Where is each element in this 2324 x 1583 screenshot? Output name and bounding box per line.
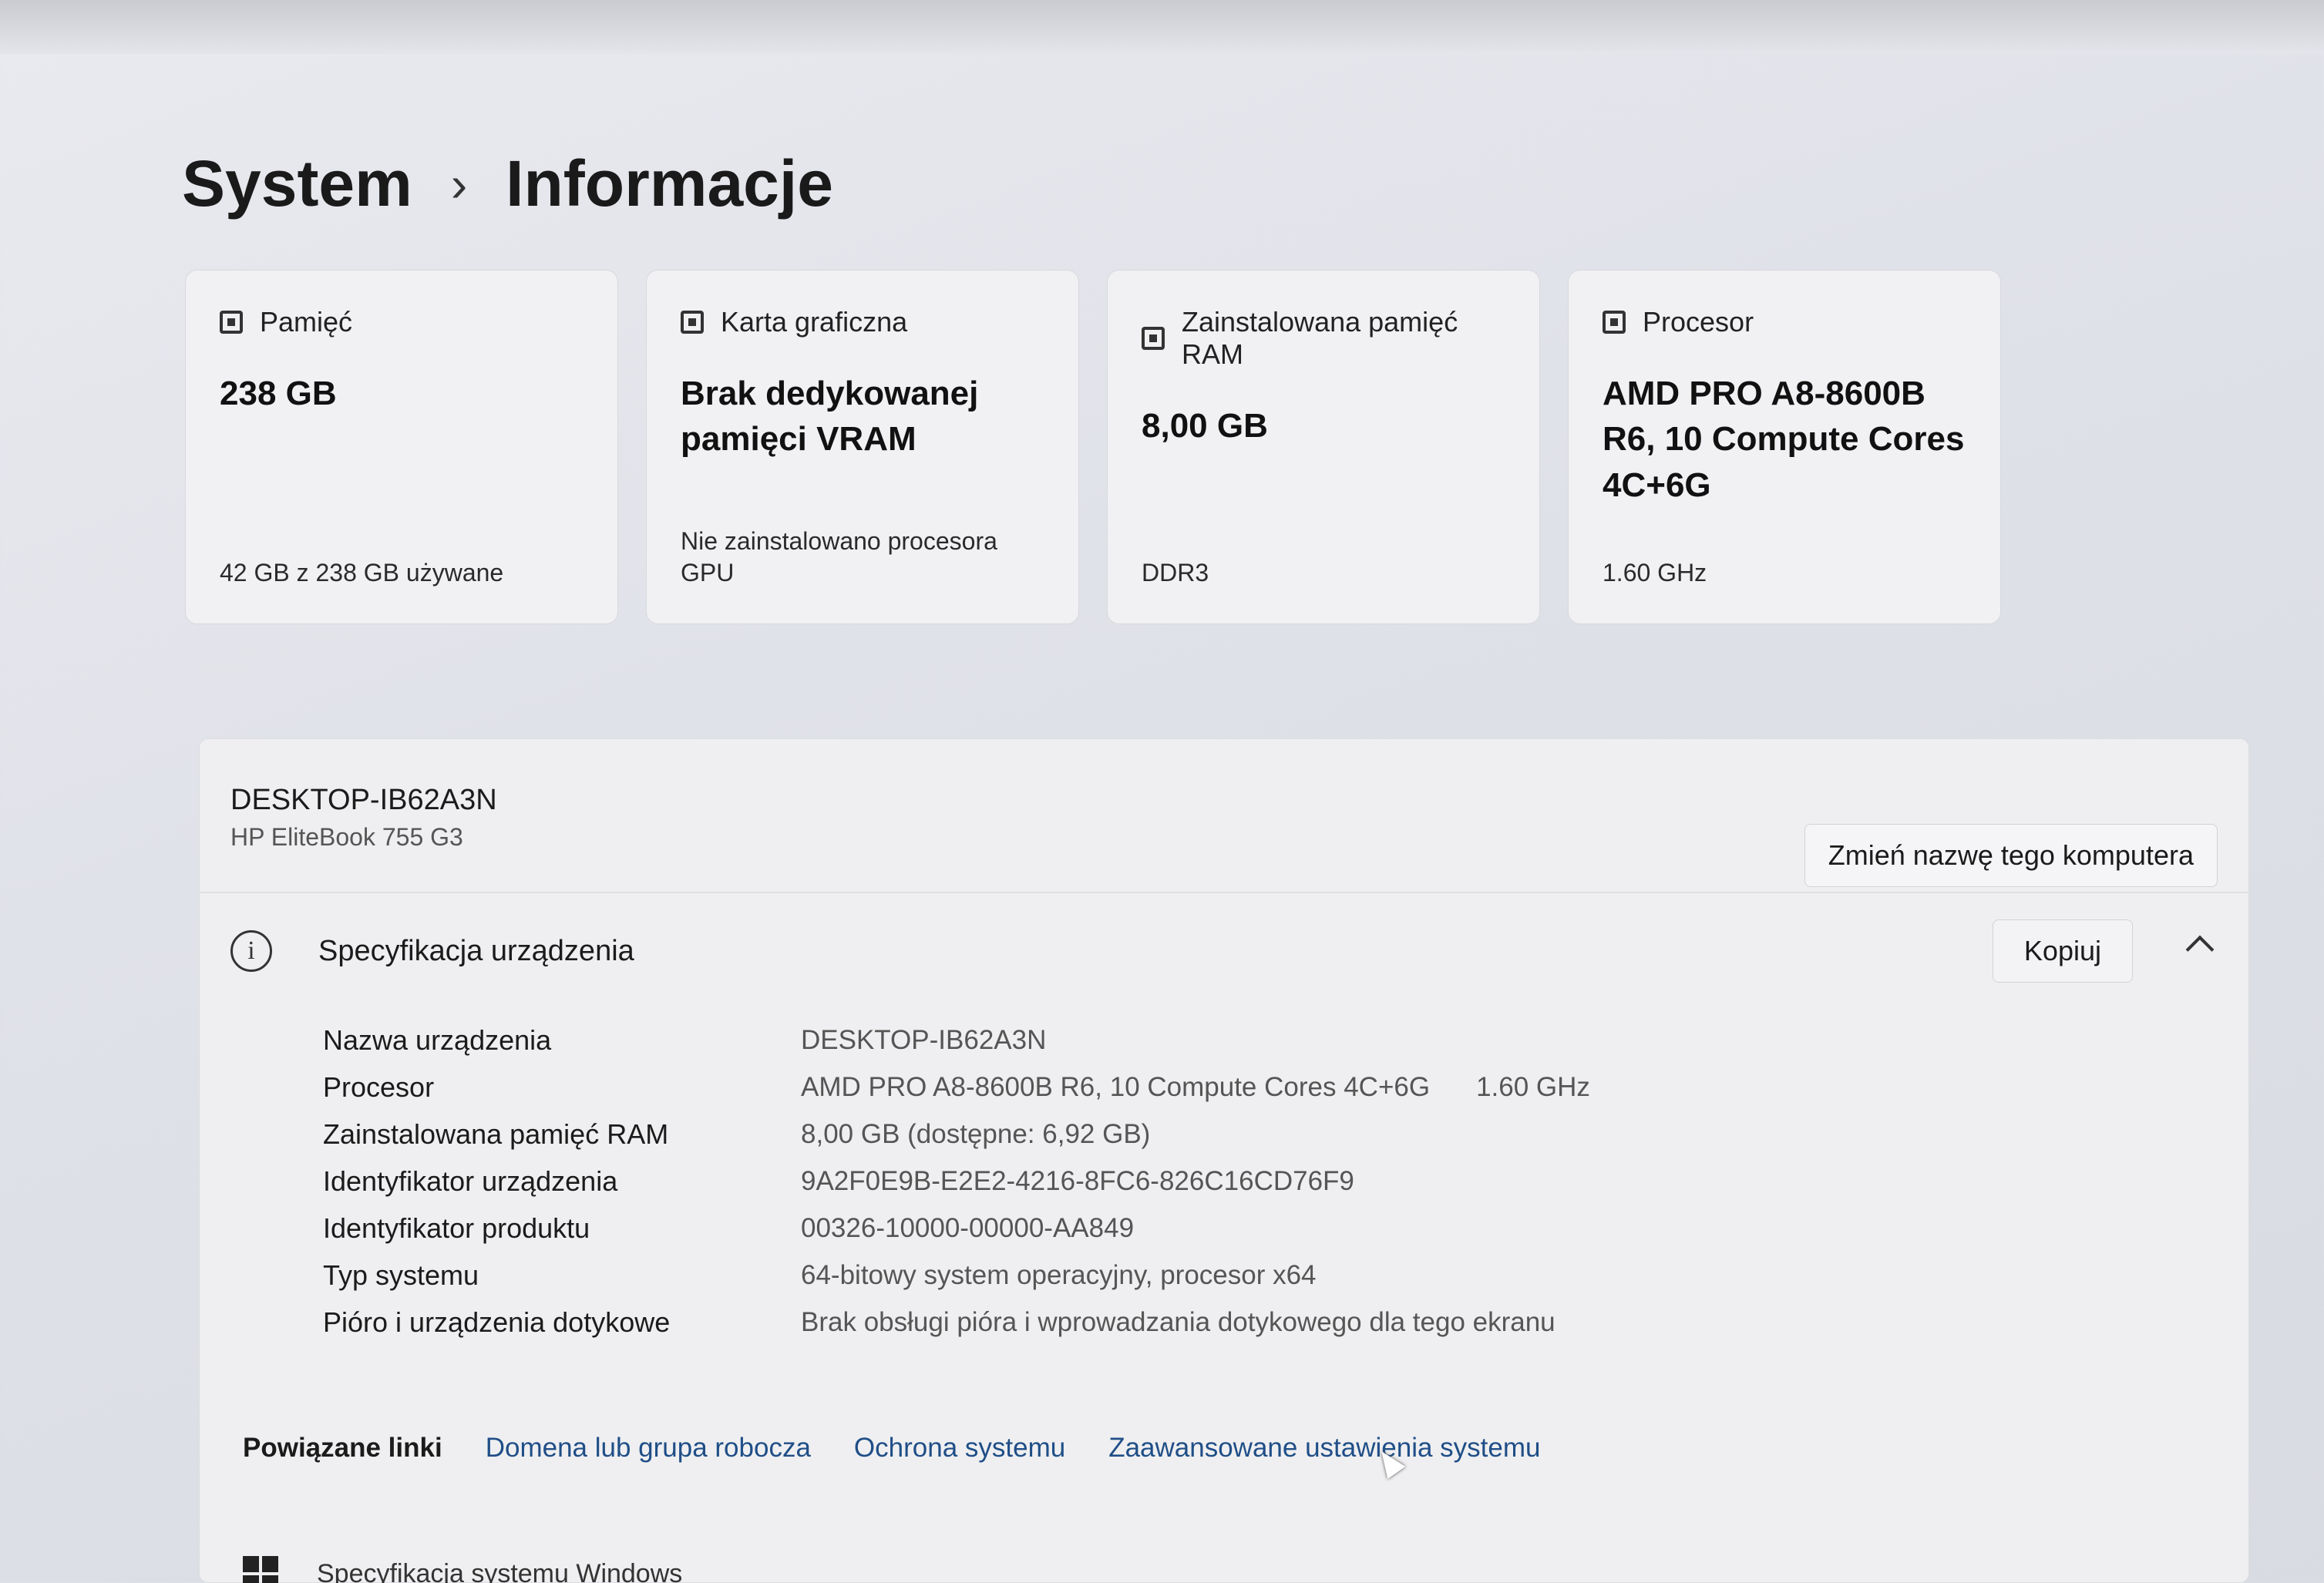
page-title: Informacje (506, 147, 833, 220)
card-value: 8,00 GB (1142, 407, 1268, 445)
windows-spec-header[interactable]: Specyfikacja systemu Windows (243, 1556, 682, 1583)
spec-title: Specyfikacja urządzenia (318, 934, 634, 967)
processor-card: Procesor AMD PRO A8-8600B R6, 10 Compute… (1568, 270, 2001, 624)
cpu-icon (1603, 311, 1626, 334)
link-system-protection[interactable]: Ochrona systemu (854, 1433, 1065, 1464)
spec-label: Nazwa urządzenia (323, 1023, 552, 1056)
card-value: 238 GB (220, 375, 337, 412)
device-spec-header[interactable]: i Specyfikacja urządzenia Kopiuj (200, 893, 2248, 1009)
copy-button[interactable]: Kopiuj (1992, 919, 2133, 983)
breadcrumb-parent[interactable]: System (182, 146, 412, 221)
memory-icon (1142, 327, 1165, 350)
device-name: DESKTOP-IB62A3N (230, 784, 497, 816)
spec-value: Brak obsługi pióra i wprowadzania dotyko… (801, 1306, 1555, 1337)
card-title: Pamięć (260, 306, 353, 338)
spec-row: Identyfikator urządzenia 9A2F0E9B-E2E2-4… (323, 1158, 2248, 1205)
spec-row: Procesor AMD PRO A8-8600B R6, 10 Compute… (323, 1064, 2248, 1111)
card-subtitle: DDR3 (1142, 559, 1209, 587)
device-panel: DESKTOP-IB62A3N HP EliteBook 755 G3 Zmie… (199, 738, 2249, 1583)
spec-row: Typ systemu 64-bitowy system operacyjny,… (323, 1252, 2248, 1299)
spec-value-extra: 1.60 GHz (1476, 1071, 1590, 1102)
card-subtitle: 42 GB z 238 GB używane (220, 559, 504, 587)
storage-icon (220, 311, 243, 334)
link-advanced-system-settings[interactable]: Zaawansowane ustawienia systemu (1108, 1433, 1540, 1464)
spec-value: DESKTOP-IB62A3N (801, 1024, 1047, 1055)
graphics-card: Karta graficzna Brak dedykowanej pamięci… (646, 270, 1079, 624)
spec-value: 8,00 GB (dostępne: 6,92 GB) (801, 1118, 1151, 1149)
windows-logo-icon (243, 1556, 278, 1583)
spec-label: Pióro i urządzenia dotykowe (323, 1306, 671, 1338)
related-links-label: Powiązane linki (243, 1433, 442, 1463)
breadcrumb-separator: › (450, 156, 468, 212)
breadcrumb: System › Informacje (182, 146, 833, 221)
spec-label: Identyfikator urządzenia (323, 1165, 618, 1197)
spec-value: 64-bitowy system operacyjny, procesor x6… (801, 1259, 1317, 1290)
windows-spec-title: Specyfikacja systemu Windows (317, 1558, 683, 1583)
card-title: Karta graficzna (721, 306, 908, 338)
spec-table: Nazwa urządzenia DESKTOP-IB62A3N Proceso… (200, 1009, 2248, 1346)
storage-card: Pamięć 238 GB 42 GB z 238 GB używane (185, 270, 618, 624)
link-domain-workgroup[interactable]: Domena lub grupa robocza (486, 1433, 811, 1464)
card-title: Procesor (1643, 306, 1754, 338)
spec-row: Identyfikator produktu 00326-10000-00000… (323, 1205, 2248, 1252)
card-title: Zainstalowana pamięć RAM (1182, 306, 1458, 370)
rename-pc-button[interactable]: Zmień nazwę tego komputera (1804, 824, 2218, 887)
spec-row: Pióro i urządzenia dotykowe Brak obsługi… (323, 1299, 2248, 1346)
summary-cards: Pamięć 238 GB 42 GB z 238 GB używane Kar… (185, 270, 2001, 624)
spec-row: Zainstalowana pamięć RAM 8,00 GB (dostęp… (323, 1111, 2248, 1158)
chevron-up-icon[interactable] (2185, 935, 2215, 964)
card-value: AMD PRO A8-8600B R6, 10 Compute Cores 4C… (1603, 375, 1965, 504)
spec-label: Procesor (323, 1070, 435, 1103)
spec-value: AMD PRO A8-8600B R6, 10 Compute Cores 4C… (801, 1071, 1431, 1102)
spec-label: Zainstalowana pamięć RAM (323, 1118, 669, 1150)
ram-card: Zainstalowana pamięć RAM 8,00 GB DDR3 (1107, 270, 1540, 624)
monitor-icon (681, 311, 704, 334)
card-value: Brak dedykowanej pamięci VRAM (681, 375, 979, 459)
related-links: Powiązane linki Domena lub grupa robocza… (243, 1433, 1541, 1464)
card-subtitle: 1.60 GHz (1603, 559, 1707, 587)
info-icon: i (230, 930, 272, 972)
card-subtitle: Nie zainstalowano procesora GPU (681, 526, 997, 587)
spec-value: 9A2F0E9B-E2E2-4216-8FC6-826C16CD76F9 (801, 1165, 1354, 1196)
spec-label: Typ systemu (323, 1259, 479, 1291)
spec-row: Nazwa urządzenia DESKTOP-IB62A3N (323, 1017, 2248, 1064)
spec-label: Identyfikator produktu (323, 1212, 590, 1244)
device-header: DESKTOP-IB62A3N HP EliteBook 755 G3 Zmie… (200, 739, 2248, 893)
top-edge (0, 0, 2324, 54)
spec-value: 00326-10000-00000-AA849 (801, 1212, 1135, 1243)
